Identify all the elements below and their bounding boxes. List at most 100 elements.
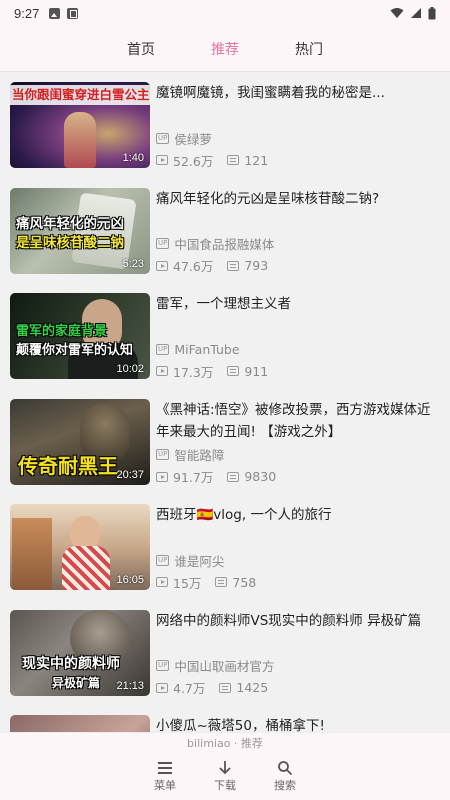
video-item[interactable]: 雷军的家庭背景 颠覆你对雷军的认知 10:02 雷军，一个理想主义者 UP Mi… <box>0 283 450 389</box>
video-duration: 16:05 <box>116 574 144 586</box>
danmaku-count: 793 <box>244 258 269 273</box>
nav-download-button[interactable]: 下载 <box>210 759 240 793</box>
gallery-notification-icon <box>49 7 61 19</box>
thumb-caption: 痛风年轻化的元凶 <box>16 215 124 232</box>
video-item[interactable]: 痛风年轻化的元凶 是呈味核苷酸二钠 5:23 痛风年轻化的元凶是呈味核苷酸二钠?… <box>0 178 450 284</box>
danmaku-count: 758 <box>232 574 257 590</box>
video-info: 小傻瓜~薇塔50，桶桶拿下! <box>156 715 440 732</box>
bottom-nav: 菜单 下载 搜索 <box>0 759 450 793</box>
menu-icon <box>157 759 173 777</box>
video-info: 西班牙🇪🇸vlog, 一个人的旅行 UP 谁是阿尖 15万 758 <box>156 504 440 600</box>
thumb-figure <box>70 516 100 550</box>
thumb-caption: 传奇耐黑王 <box>18 453 118 478</box>
video-thumbnail[interactable] <box>10 715 150 732</box>
thumb-figure <box>62 546 110 590</box>
view-count: 52.6万 <box>173 153 214 169</box>
danmaku-count: 121 <box>244 152 269 168</box>
uploader-row: UP 侯绿萝 <box>156 128 440 148</box>
video-thumbnail[interactable]: 当你跟闺蜜穿进白雪公主 1:40 <box>10 82 150 168</box>
video-info: 《黑神话:悟空》被修改投票，西方游戏媒体近年来最大的丑闻! 【游戏之外】 UP … <box>156 399 440 495</box>
tab-recommend[interactable]: 推荐 <box>205 33 245 75</box>
video-thumbnail[interactable]: 传奇耐黑王 20:37 <box>10 398 150 485</box>
wifi-icon <box>390 8 404 18</box>
uploader-name: 中国山取画材官方 <box>174 659 275 674</box>
uploader-name: MiFanTube <box>174 341 240 357</box>
video-thumbnail[interactable]: 雷军的家庭背景 颠覆你对雷军的认知 10:02 <box>10 293 150 379</box>
video-item[interactable]: 16:05 西班牙🇪🇸vlog, 一个人的旅行 UP 谁是阿尖 15万 758 <box>0 494 450 600</box>
status-time: 9:27 <box>14 5 40 21</box>
video-list[interactable]: 当你跟闺蜜穿进白雪公主 1:40 魔镜啊魔镜，我闺蜜瞒着我的秘密是... UP … <box>0 72 450 732</box>
notification-icon <box>67 7 79 19</box>
play-count-icon <box>156 471 168 482</box>
uploader-name: 侯绿萝 <box>174 131 212 147</box>
up-badge-icon: UP <box>156 343 170 355</box>
video-item[interactable]: 现实中的颜料师 异极矿篇 21:13 网络中的颜料师VS现实中的颜料师 异极矿篇… <box>0 600 450 706</box>
danmaku-count: 9830 <box>244 469 277 484</box>
uploader-row: UP 中国食品报融媒体 <box>156 234 440 254</box>
video-thumbnail[interactable]: 痛风年轻化的元凶 是呈味核苷酸二钠 5:23 <box>10 187 150 274</box>
uploader-row: UP MiFanTube <box>156 339 440 359</box>
view-count: 47.6万 <box>173 259 214 274</box>
nav-search-label: 搜索 <box>274 779 296 792</box>
thumb-caption: 当你跟闺蜜穿进白雪公主 <box>12 87 150 102</box>
uploader-name: 中国食品报融媒体 <box>174 237 275 252</box>
nav-menu-button[interactable]: 菜单 <box>150 759 180 793</box>
danmaku-icon <box>219 682 232 693</box>
video-thumbnail[interactable]: 16:05 <box>10 504 150 590</box>
stats-row: 15万 758 <box>156 572 440 592</box>
danmaku-count: 911 <box>244 363 269 379</box>
search-icon <box>277 759 293 777</box>
play-count-icon <box>156 682 168 693</box>
video-duration: 21:13 <box>116 679 144 692</box>
uploader-row: UP 中国山取画材官方 <box>156 656 440 676</box>
uploader-name: 智能路障 <box>174 448 225 463</box>
uploader-row: UP 智能路障 <box>156 445 440 465</box>
video-info: 魔镜啊魔镜，我闺蜜瞒着我的秘密是... UP 侯绿萝 52.6万 121 <box>156 82 440 178</box>
video-info: 网络中的颜料师VS现实中的颜料师 异极矿篇 UP 中国山取画材官方 4.7万 1… <box>156 610 440 706</box>
play-count-icon <box>156 155 168 165</box>
thumb-figure <box>64 112 96 168</box>
download-icon <box>218 759 232 777</box>
video-item[interactable]: 小傻瓜~薇塔50，桶桶拿下! <box>0 705 450 732</box>
view-count: 91.7万 <box>173 470 214 485</box>
thumb-caption: 雷军的家庭背景 <box>16 324 108 339</box>
stats-row: 91.7万 9830 <box>156 467 440 487</box>
video-title: 西班牙🇪🇸vlog, 一个人的旅行 <box>156 507 332 523</box>
video-info: 痛风年轻化的元凶是呈味核苷酸二钠? UP 中国食品报融媒体 47.6万 793 <box>156 188 440 284</box>
danmaku-icon <box>215 577 228 587</box>
nav-search-button[interactable]: 搜索 <box>270 759 300 793</box>
thumb-caption: 现实中的颜料师 <box>22 655 120 672</box>
top-tabs: 首页 推荐 热门 <box>0 26 450 75</box>
thumb-caption: 异极矿篇 <box>52 675 101 690</box>
uploader-name: 谁是阿尖 <box>174 553 225 569</box>
thumb-caption: 颠覆你对雷军的认知 <box>16 343 134 358</box>
video-duration: 20:37 <box>116 468 144 481</box>
video-duration: 5:23 <box>122 257 144 270</box>
battery-icon <box>428 6 436 19</box>
play-count-icon <box>156 577 168 587</box>
danmaku-icon <box>227 155 240 165</box>
nav-menu-label: 菜单 <box>154 779 176 792</box>
video-item[interactable]: 当你跟闺蜜穿进白雪公主 1:40 魔镜啊魔镜，我闺蜜瞒着我的秘密是... UP … <box>0 72 450 178</box>
bottom-bar: bilimiao · 推荐 菜单 下载 搜索 <box>0 732 450 800</box>
stats-row: 17.3万 911 <box>156 361 440 381</box>
uploader-row: UP 谁是阿尖 <box>156 550 440 570</box>
stats-row: 47.6万 793 <box>156 256 440 276</box>
stats-row: 4.7万 1425 <box>156 678 440 698</box>
up-badge-icon: UP <box>156 449 170 460</box>
danmaku-icon <box>227 471 240 482</box>
danmaku-icon <box>227 260 240 271</box>
tab-home[interactable]: 首页 <box>121 33 161 65</box>
tab-popular[interactable]: 热门 <box>289 33 329 65</box>
up-badge-icon: UP <box>156 554 170 566</box>
video-thumbnail[interactable]: 现实中的颜料师 异极矿篇 21:13 <box>10 609 150 696</box>
up-badge-icon: UP <box>156 238 170 249</box>
video-duration: 1:40 <box>122 152 144 164</box>
up-badge-icon: UP <box>156 660 170 671</box>
view-count: 4.7万 <box>173 681 206 696</box>
play-count-icon <box>156 260 168 271</box>
thumb-caption: 是呈味核苷酸二钠 <box>16 234 124 251</box>
video-item[interactable]: 传奇耐黑王 20:37 《黑神话:悟空》被修改投票，西方游戏媒体近年来最大的丑闻… <box>0 389 450 495</box>
app-label: bilimiao · 推荐 <box>187 737 263 750</box>
video-title: 雷军，一个理想主义者 <box>156 296 291 312</box>
